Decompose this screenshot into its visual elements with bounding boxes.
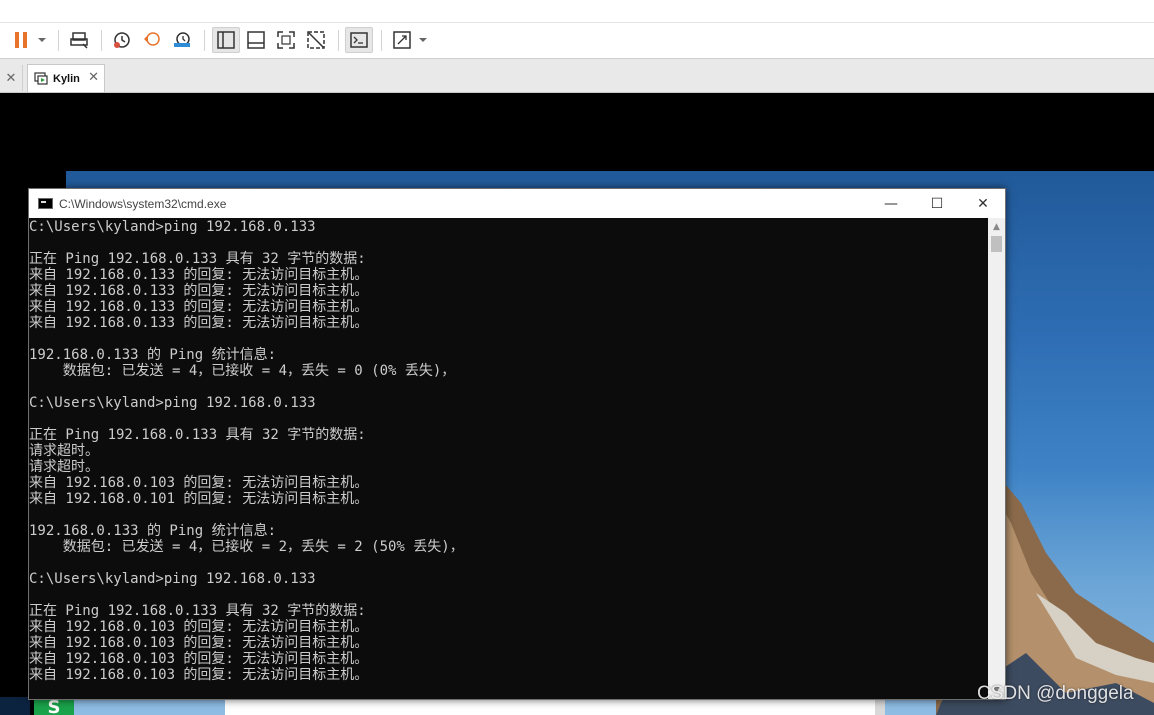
console-line: C:\Users\kyland>ping 192.168.0.133 bbox=[29, 395, 316, 411]
snapshot-manager-icon[interactable] bbox=[168, 27, 196, 53]
library-view-icon[interactable] bbox=[212, 27, 240, 53]
unity-icon[interactable] bbox=[302, 27, 330, 53]
close-tab-icon[interactable]: ✕ bbox=[0, 65, 23, 91]
console-line: 来自 192.168.0.103 的回复: 无法访问目标主机。 bbox=[29, 667, 369, 683]
stretch-dropdown-caret-icon[interactable] bbox=[416, 27, 430, 53]
vm-screen[interactable]: S C:\Windows\system32\cmd.exe — ☐ ✕ C:\U… bbox=[0, 93, 1154, 715]
send-keys-icon[interactable] bbox=[66, 27, 94, 53]
taskbar bbox=[225, 699, 875, 715]
console-line: 正在 Ping 192.168.0.133 具有 32 字节的数据: bbox=[29, 251, 366, 267]
fullscreen-icon[interactable] bbox=[272, 27, 300, 53]
console-line: 来自 192.168.0.103 的回复: 无法访问目标主机。 bbox=[29, 651, 369, 667]
vm-icon bbox=[34, 72, 48, 85]
close-icon[interactable]: ✕ bbox=[88, 70, 99, 85]
minimize-button[interactable]: — bbox=[868, 189, 914, 218]
console-line: 来自 192.168.0.133 的回复: 无法访问目标主机。 bbox=[29, 299, 369, 315]
cmd-icon bbox=[38, 198, 53, 209]
console-line: 来自 192.168.0.133 的回复: 无法访问目标主机。 bbox=[29, 283, 369, 299]
vm-toolbar bbox=[0, 23, 1154, 59]
console-line: 来自 192.168.0.133 的回复: 无法访问目标主机。 bbox=[29, 315, 369, 331]
watermark: CSDN @donggela bbox=[977, 683, 1134, 704]
console-line: C:\Users\kyland>ping 192.168.0.133 bbox=[29, 571, 316, 587]
stretch-icon[interactable] bbox=[388, 27, 416, 53]
console-line: 来自 192.168.0.133 的回复: 无法访问目标主机。 bbox=[29, 267, 369, 283]
scrollbar[interactable]: ▲ ▼ bbox=[988, 218, 1005, 699]
scroll-up-icon[interactable]: ▲ bbox=[988, 220, 1005, 234]
terminal-icon[interactable] bbox=[345, 27, 373, 53]
cmd-titlebar[interactable]: C:\Windows\system32\cmd.exe — ☐ ✕ bbox=[29, 189, 1005, 218]
console-line: 来自 192.168.0.103 的回复: 无法访问目标主机。 bbox=[29, 619, 369, 635]
scroll-thumb[interactable] bbox=[991, 236, 1002, 252]
console-line: 正在 Ping 192.168.0.133 具有 32 字节的数据: bbox=[29, 427, 366, 443]
taskbar-edge bbox=[875, 699, 885, 715]
cmd-window[interactable]: C:\Windows\system32\cmd.exe — ☐ ✕ C:\Use… bbox=[28, 188, 1006, 700]
console-line: 正在 Ping 192.168.0.133 具有 32 字节的数据: bbox=[29, 603, 366, 619]
revert-snapshot-icon[interactable] bbox=[138, 27, 166, 53]
console-line: C:\Users\kyland>ping 192.168.0.133 bbox=[29, 219, 316, 235]
tab-bar: ✕ Kylin ✕ bbox=[0, 59, 1154, 93]
pause-icon[interactable] bbox=[8, 27, 34, 53]
snapshot-icon[interactable] bbox=[108, 27, 136, 53]
console-line: 192.168.0.133 的 Ping 统计信息: bbox=[29, 523, 277, 539]
console-line: 请求超时。 bbox=[29, 443, 99, 459]
console-line: 数据包: 已发送 = 4，已接收 = 4，丢失 = 0 (0% 丢失)， bbox=[29, 363, 456, 379]
desktop-corner bbox=[0, 697, 30, 715]
console-line: 请求超时。 bbox=[29, 459, 99, 475]
console-line: 192.168.0.133 的 Ping 统计信息: bbox=[29, 347, 277, 363]
console-view-icon[interactable] bbox=[242, 27, 270, 53]
maximize-button[interactable]: ☐ bbox=[914, 189, 960, 218]
close-button[interactable]: ✕ bbox=[960, 189, 1006, 218]
cmd-title: C:\Windows\system32\cmd.exe bbox=[59, 196, 227, 211]
top-strip bbox=[0, 0, 1154, 23]
console-line: 来自 192.168.0.101 的回复: 无法访问目标主机。 bbox=[29, 491, 369, 507]
console-line: 数据包: 已发送 = 4，已接收 = 2，丢失 = 2 (50% 丢失)， bbox=[29, 539, 464, 555]
dropdown-caret-icon[interactable] bbox=[34, 27, 50, 53]
console-output[interactable]: C:\Users\kyland>ping 192.168.0.133 正在 Pi… bbox=[29, 219, 989, 699]
tab-label: Kylin bbox=[53, 72, 80, 85]
tab-kylin[interactable]: Kylin ✕ bbox=[27, 64, 105, 92]
console-line: 来自 192.168.0.103 的回复: 无法访问目标主机。 bbox=[29, 475, 369, 491]
console-line: 来自 192.168.0.103 的回复: 无法访问目标主机。 bbox=[29, 635, 369, 651]
